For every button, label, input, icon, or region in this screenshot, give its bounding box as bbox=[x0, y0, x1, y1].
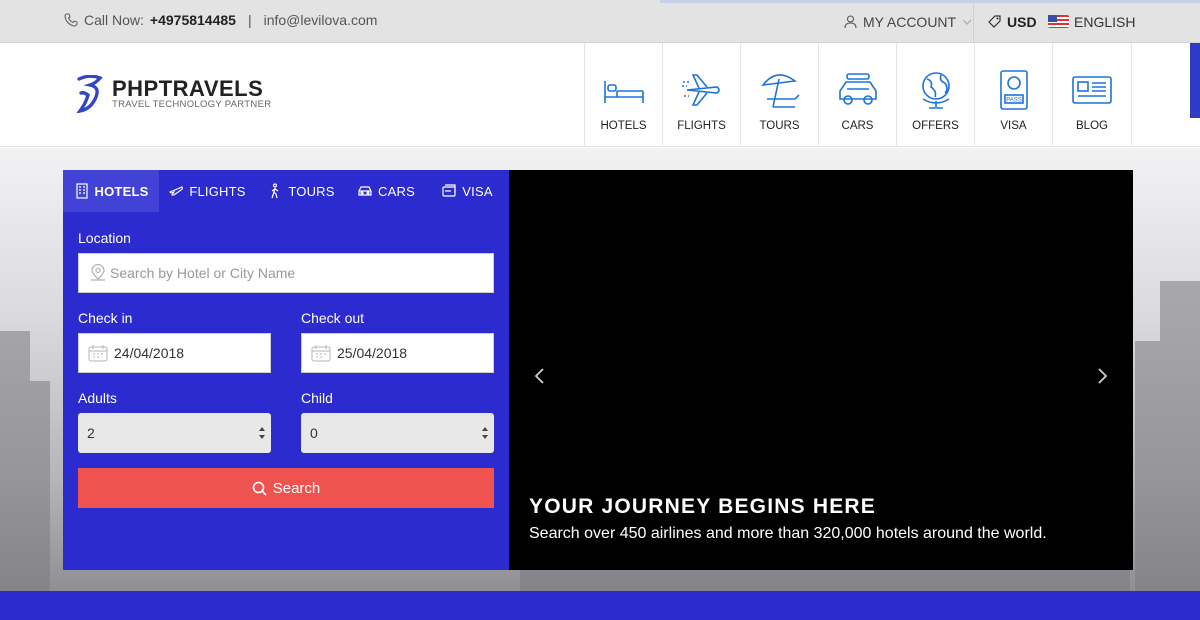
location-input[interactable]: Search by Hotel or City Name bbox=[78, 253, 494, 293]
currency-selector[interactable]: USD bbox=[988, 0, 1037, 43]
phone-number[interactable]: +4975814485 bbox=[150, 12, 236, 28]
beach-umbrella-icon bbox=[760, 74, 800, 108]
checkout-input[interactable]: 25/04/2018 bbox=[301, 333, 494, 373]
bed-icon bbox=[603, 81, 644, 103]
city-building bbox=[30, 381, 50, 591]
scrollbar-accent bbox=[1190, 43, 1200, 118]
card-icon bbox=[442, 184, 456, 197]
checkin-value: 24/04/2018 bbox=[114, 345, 185, 361]
tab-label: FLIGHTS bbox=[189, 183, 246, 199]
slider-next-arrow-icon[interactable] bbox=[1095, 367, 1109, 385]
select-arrows-icon bbox=[259, 427, 265, 439]
language-label: ENGLISH bbox=[1074, 13, 1136, 30]
search-button-label: Search bbox=[272, 479, 321, 497]
nav-visa[interactable]: PASS VISA bbox=[974, 43, 1052, 147]
nav-label: FLIGHTS bbox=[677, 120, 726, 132]
car-icon bbox=[358, 186, 372, 196]
tab-label: CARS bbox=[378, 183, 415, 199]
checkout-value: 25/04/2018 bbox=[337, 345, 408, 361]
checkin-input[interactable]: 24/04/2018 bbox=[78, 333, 271, 373]
logo-subtitle: TRAVEL TECHNOLOGY PARTNER bbox=[112, 98, 272, 110]
nav-label: OFFERS bbox=[912, 120, 959, 132]
location-placeholder: Search by Hotel or City Name bbox=[110, 265, 296, 281]
city-building bbox=[1135, 341, 1160, 591]
nav-label: VISA bbox=[1000, 120, 1027, 132]
tag-icon bbox=[988, 15, 1001, 28]
svg-text:PASS: PASS bbox=[1006, 98, 1022, 104]
passport-icon: PASS bbox=[999, 70, 1028, 110]
city-building bbox=[0, 331, 30, 591]
blog-card-icon bbox=[1072, 76, 1112, 104]
calendar-icon bbox=[311, 345, 331, 362]
contact-info: Call Now: +4975814485 | info@levilova.co… bbox=[64, 12, 377, 28]
building-icon bbox=[75, 183, 88, 199]
currency-label: USD bbox=[1007, 13, 1037, 30]
nav-label: CARS bbox=[841, 120, 874, 132]
search-panel: HOTELS FLIGHTS TOURS CARS VISA Location … bbox=[63, 170, 509, 570]
plane-icon bbox=[169, 186, 184, 196]
location-label: Location bbox=[78, 230, 131, 246]
tab-label: TOURS bbox=[288, 183, 335, 199]
call-now-label: Call Now: bbox=[84, 12, 144, 28]
adults-select[interactable]: 2 bbox=[78, 413, 271, 453]
search-tabs: HOTELS FLIGHTS TOURS CARS VISA bbox=[63, 170, 509, 212]
phone-icon bbox=[64, 13, 78, 27]
nav-tours[interactable]: TOURS bbox=[740, 43, 818, 147]
tab-flights[interactable]: FLIGHTS bbox=[159, 170, 255, 212]
top-bar: Call Now: +4975814485 | info@levilova.co… bbox=[0, 0, 1200, 43]
main-nav: HOTELS FLIGHTS TOURS CARS OFFERS PASS VI… bbox=[584, 43, 1132, 147]
map-pin-icon bbox=[91, 264, 105, 281]
chevron-down-icon bbox=[962, 19, 972, 25]
car-icon bbox=[838, 73, 877, 105]
site-logo[interactable]: PHPTRAVELS TRAVEL TECHNOLOGY PARTNER bbox=[76, 75, 271, 113]
topbar-divider bbox=[973, 0, 974, 43]
nav-offers[interactable]: OFFERS bbox=[896, 43, 974, 147]
main-header: PHPTRAVELS TRAVEL TECHNOLOGY PARTNER HOT… bbox=[0, 43, 1200, 147]
tab-label: HOTELS bbox=[94, 183, 149, 199]
hero-slider: YOUR JOURNEY BEGINS HERE Search over 450… bbox=[509, 170, 1133, 570]
checkout-label: Check out bbox=[301, 310, 365, 326]
child-label: Child bbox=[301, 390, 333, 406]
email-link[interactable]: info@levilova.com bbox=[264, 12, 378, 28]
city-building bbox=[1160, 281, 1200, 591]
adults-value: 2 bbox=[87, 425, 95, 441]
user-icon bbox=[844, 14, 857, 28]
my-account-label: MY ACCOUNT bbox=[863, 13, 957, 30]
slider-prev-arrow-icon[interactable] bbox=[533, 367, 547, 385]
us-flag-icon bbox=[1048, 15, 1069, 28]
plane-icon bbox=[681, 74, 720, 106]
nav-blog[interactable]: BLOG bbox=[1052, 43, 1132, 147]
slide-subtitle: Search over 450 airlines and more than 3… bbox=[529, 525, 1047, 542]
nav-label: TOURS bbox=[759, 120, 800, 132]
nav-label: HOTELS bbox=[600, 120, 647, 132]
slide-title: YOUR JOURNEY BEGINS HERE bbox=[529, 495, 876, 518]
search-button[interactable]: Search bbox=[78, 468, 494, 508]
tab-cars[interactable]: CARS bbox=[347, 170, 425, 212]
adults-label: Adults bbox=[78, 390, 117, 406]
logo-mark-icon bbox=[76, 75, 103, 113]
language-selector[interactable]: ENGLISH bbox=[1048, 0, 1135, 43]
my-account-menu[interactable]: MY ACCOUNT bbox=[844, 0, 972, 43]
search-icon bbox=[252, 481, 267, 496]
calendar-icon bbox=[88, 345, 108, 362]
nav-cars[interactable]: CARS bbox=[818, 43, 896, 147]
hiker-icon bbox=[271, 183, 279, 199]
child-select[interactable]: 0 bbox=[301, 413, 494, 453]
tab-tours[interactable]: TOURS bbox=[255, 170, 347, 212]
contact-separator: | bbox=[247, 12, 252, 28]
tab-visa[interactable]: VISA bbox=[425, 170, 509, 212]
bottom-bar bbox=[0, 591, 1200, 620]
checkin-label: Check in bbox=[78, 310, 133, 326]
select-arrows-icon bbox=[482, 427, 488, 439]
nav-hotels[interactable]: HOTELS bbox=[584, 43, 662, 147]
nav-flights[interactable]: FLIGHTS bbox=[662, 43, 740, 147]
nav-label: BLOG bbox=[1076, 120, 1108, 132]
globe-icon bbox=[921, 72, 950, 109]
tab-hotels[interactable]: HOTELS bbox=[63, 170, 159, 212]
child-value: 0 bbox=[310, 425, 318, 441]
logo-title: PHPTRAVELS bbox=[112, 75, 264, 101]
tab-label: VISA bbox=[462, 183, 493, 199]
